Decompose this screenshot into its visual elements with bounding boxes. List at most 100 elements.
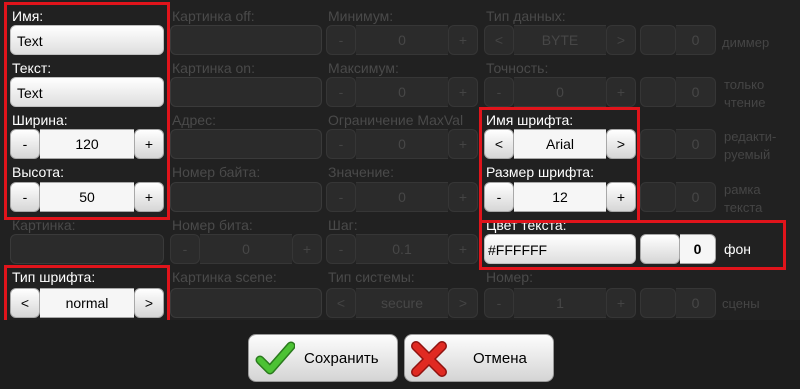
height-plus-button[interactable]: + — [134, 182, 164, 212]
font-type-next-button[interactable]: > — [134, 288, 164, 318]
scenes-toggle[interactable]: 0 — [640, 288, 716, 318]
data-type-selector[interactable]: < BYTE > — [484, 25, 636, 55]
minimum-minus-button[interactable]: - — [326, 25, 356, 55]
picture-scene-field[interactable] — [170, 288, 322, 318]
limit-max-minus-button[interactable]: - — [326, 129, 356, 159]
number-stepper[interactable]: - 1 + — [484, 288, 636, 318]
font-type-selector[interactable]: < normal > — [10, 288, 164, 318]
height-label: Высота: — [12, 164, 64, 180]
number-minus-button[interactable]: - — [484, 288, 514, 318]
limit-max-label: Ограничение MaxVal — [328, 112, 464, 128]
value-minus-button[interactable]: - — [326, 182, 356, 212]
precision-label: Точность: — [486, 60, 549, 76]
precision-stepper[interactable]: - 0 + — [484, 77, 636, 107]
save-label: Сохранить — [304, 350, 379, 367]
bit-number-stepper[interactable]: - 0 + — [170, 234, 322, 264]
scenes-toggle-knob — [640, 288, 676, 318]
font-size-minus-button[interactable]: - — [484, 182, 514, 212]
footer-bar — [0, 320, 800, 389]
cancel-button[interactable]: Отмена — [404, 334, 554, 382]
width-stepper[interactable]: - 120 + — [10, 129, 164, 159]
minimum-plus-button[interactable]: + — [448, 25, 478, 55]
step-stepper[interactable]: - 0.1 + — [326, 234, 478, 264]
system-type-value: secure — [356, 288, 448, 318]
precision-value: 0 — [514, 77, 606, 107]
value-plus-button[interactable]: + — [448, 182, 478, 212]
picture-off-field[interactable] — [170, 25, 322, 55]
name-input[interactable]: Text — [10, 25, 164, 55]
picture-off-label: Картинка off: — [172, 8, 255, 24]
font-type-prev-button[interactable]: < — [10, 288, 40, 318]
font-name-selector[interactable]: < Arial > — [484, 129, 636, 159]
text-label: Текст: — [12, 60, 52, 76]
maximum-minus-button[interactable]: - — [326, 77, 356, 107]
data-type-value: BYTE — [514, 25, 606, 55]
text-frame-label-line1: рамка — [724, 182, 761, 197]
system-type-prev-button[interactable]: < — [326, 288, 356, 318]
editable-toggle-value: 0 — [676, 129, 716, 159]
width-label: Ширина: — [12, 112, 68, 128]
readonly-toggle[interactable]: 0 — [640, 77, 716, 107]
dimmer-toggle[interactable]: 0 — [640, 25, 716, 55]
readonly-toggle-value: 0 — [676, 77, 716, 107]
scenes-label: сцены — [722, 296, 760, 311]
value-stepper[interactable]: - 0 + — [326, 182, 478, 212]
height-minus-button[interactable]: - — [10, 182, 40, 212]
bit-number-minus-button[interactable]: - — [170, 234, 200, 264]
minimum-value: 0 — [356, 25, 448, 55]
cancel-label: Отмена — [473, 350, 527, 367]
editable-toggle[interactable]: 0 — [640, 129, 716, 159]
width-minus-button[interactable]: - — [10, 129, 40, 159]
byte-number-field[interactable] — [170, 182, 322, 212]
address-field[interactable] — [170, 129, 322, 159]
limit-max-stepper[interactable]: - 0 + — [326, 129, 478, 159]
limit-max-value: 0 — [356, 129, 448, 159]
step-value: 0.1 — [356, 234, 448, 264]
text-color-input[interactable]: #FFFFFF — [484, 234, 636, 264]
limit-max-plus-button[interactable]: + — [448, 129, 478, 159]
font-type-label: Тип шрифта: — [12, 269, 96, 285]
font-name-label: Имя шрифта: — [486, 112, 574, 128]
background-toggle[interactable]: 0 — [640, 234, 716, 264]
text-color-label: Цвет текста: — [486, 217, 567, 233]
font-size-value: 12 — [514, 182, 606, 212]
system-type-selector[interactable]: < secure > — [326, 288, 478, 318]
maximum-label: Максимум: — [328, 60, 399, 76]
background-toggle-knob — [640, 234, 680, 264]
maximum-stepper[interactable]: - 0 + — [326, 77, 478, 107]
text-input[interactable]: Text — [10, 77, 164, 107]
width-plus-button[interactable]: + — [134, 129, 164, 159]
system-type-next-button[interactable]: > — [448, 288, 478, 318]
data-type-label: Тип данных: — [486, 8, 566, 24]
font-size-plus-button[interactable]: + — [606, 182, 636, 212]
step-minus-button[interactable]: - — [326, 234, 356, 264]
editable-label-line1: редакти- — [724, 129, 777, 144]
name-label: Имя: — [12, 8, 44, 24]
picture-field[interactable] — [10, 234, 164, 264]
maximum-plus-button[interactable]: + — [448, 77, 478, 107]
text-frame-toggle[interactable]: 0 — [640, 182, 716, 212]
bit-number-plus-button[interactable]: + — [292, 234, 322, 264]
dimmer-toggle-knob — [640, 25, 676, 55]
font-name-next-button[interactable]: > — [606, 129, 636, 159]
picture-on-field[interactable] — [170, 77, 322, 107]
maximum-value: 0 — [356, 77, 448, 107]
number-plus-button[interactable]: + — [606, 288, 636, 318]
bit-number-value: 0 — [200, 234, 292, 264]
font-name-prev-button[interactable]: < — [484, 129, 514, 159]
font-type-value: normal — [40, 288, 134, 318]
scenes-toggle-value: 0 — [676, 288, 716, 318]
editable-toggle-knob — [640, 129, 676, 159]
text-frame-toggle-knob — [640, 182, 676, 212]
minimum-stepper[interactable]: - 0 + — [326, 25, 478, 55]
dimmer-toggle-value: 0 — [676, 25, 716, 55]
precision-plus-button[interactable]: + — [606, 77, 636, 107]
step-plus-button[interactable]: + — [448, 234, 478, 264]
font-name-value: Arial — [514, 129, 606, 159]
save-button[interactable]: Сохранить — [248, 334, 398, 382]
height-stepper[interactable]: - 50 + — [10, 182, 164, 212]
data-type-prev-button[interactable]: < — [484, 25, 514, 55]
font-size-stepper[interactable]: - 12 + — [484, 182, 636, 212]
precision-minus-button[interactable]: - — [484, 77, 514, 107]
data-type-next-button[interactable]: > — [606, 25, 636, 55]
